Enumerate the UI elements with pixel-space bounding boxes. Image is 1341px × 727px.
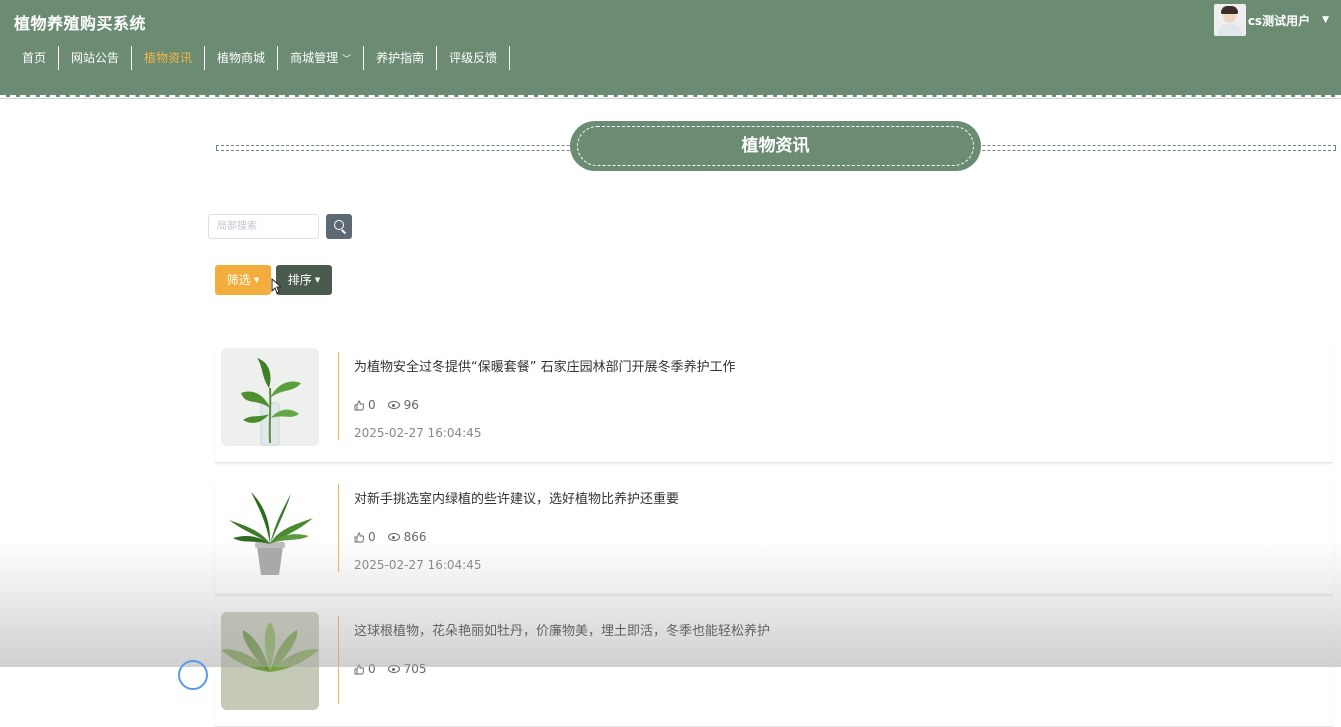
list-item[interactable]: 为植物安全过冬提供“保暖套餐” 石家庄园林部门开展冬季养护工作 0 96 202… [215, 348, 1333, 463]
thumbs-up-icon [354, 532, 364, 542]
main-nav: 首页 网站公告 植物资讯 植物商城 商城管理 ﹀ 养护指南 评级反馈 [10, 46, 511, 70]
item-divider [338, 352, 339, 440]
plant-image-icon [221, 348, 319, 446]
plant-image-icon [221, 480, 319, 578]
nav-item-care-guide[interactable]: 养护指南 [364, 46, 438, 70]
thumbs-up-icon [354, 400, 364, 410]
user-menu[interactable]: cs测试用户 ▼ [1213, 4, 1329, 36]
search-input[interactable] [208, 214, 319, 239]
eye-icon [387, 665, 400, 673]
nav-item-home[interactable]: 首页 [10, 46, 60, 70]
filter-button-label: 筛选 [226, 273, 251, 287]
nav-item-plant-news[interactable]: 植物资讯 [132, 46, 206, 70]
chevron-down-icon: ﹀ [342, 55, 352, 65]
top-header: 植物养殖购买系统 cs测试用户 ▼ 首页 网站公告 植物资讯 植物商城 商城管理… [0, 0, 1341, 99]
news-date: 2025-02-27 16:04:45 [354, 558, 482, 572]
caret-down-icon: ▼ [1322, 15, 1329, 25]
view-stat: 705 [387, 662, 427, 676]
nav-item-plant-mall[interactable]: 植物商城 [205, 46, 279, 70]
nav-item-label: 商城管理 [290, 51, 339, 65]
news-title[interactable]: 这球根植物，花朵艳丽如牡丹，价廉物美，埋土即活，冬季也能轻松养护 [354, 620, 770, 639]
eye-icon [387, 401, 400, 409]
floating-circle-icon[interactable] [178, 660, 208, 690]
news-thumbnail [221, 612, 319, 710]
news-stats: 0 705 [354, 662, 439, 676]
thumbs-up-icon [354, 664, 364, 674]
news-title[interactable]: 为植物安全过冬提供“保暖套餐” 石家庄园林部门开展冬季养护工作 [354, 356, 736, 375]
mouse-cursor-icon [271, 278, 281, 294]
news-stats: 0 866 [354, 530, 439, 544]
news-date: 2025-02-27 16:04:45 [354, 426, 482, 440]
user-name: cs测试用户 [1247, 13, 1311, 28]
news-thumbnail [221, 348, 319, 446]
view-count: 866 [403, 530, 427, 544]
view-count: 705 [403, 662, 427, 676]
view-stat: 866 [387, 530, 427, 544]
caret-down-icon: ▼ [253, 276, 260, 284]
caret-down-icon: ▼ [314, 276, 321, 284]
sort-button-label: 排序 [287, 273, 312, 287]
plant-image-icon [221, 612, 319, 710]
like-stat[interactable]: 0 [354, 398, 376, 412]
like-stat[interactable]: 0 [354, 662, 376, 676]
nav-item-feedback[interactable]: 评级反馈 [437, 46, 511, 70]
news-title[interactable]: 对新手挑选室内绿植的些许建议，选好植物比养护还重要 [354, 488, 679, 507]
like-stat[interactable]: 0 [354, 530, 376, 544]
filter-button[interactable]: 筛选 ▼ [215, 265, 271, 295]
section-title: 植物资讯 [741, 136, 810, 156]
app-title: 植物养殖购买系统 [14, 14, 147, 33]
search-button[interactable] [326, 214, 352, 239]
list-item[interactable]: 对新手挑选室内绿植的些许建议，选好植物比养护还重要 0 866 2025-02-… [215, 480, 1333, 595]
nav-item-announcements[interactable]: 网站公告 [59, 46, 133, 70]
like-count: 0 [368, 662, 376, 676]
eye-icon [387, 533, 400, 541]
news-stats: 0 96 [354, 398, 431, 412]
view-count: 96 [403, 398, 419, 412]
section-title-pill: 植物资讯 [570, 121, 981, 171]
item-divider [338, 484, 339, 572]
avatar [1213, 4, 1246, 36]
list-item[interactable]: 这球根植物，花朵艳丽如牡丹，价廉物美，埋土即活，冬季也能轻松养护 0 705 [215, 612, 1333, 727]
news-thumbnail [221, 480, 319, 578]
item-divider [338, 616, 339, 704]
sort-button[interactable]: 排序 ▼ [276, 265, 332, 295]
like-count: 0 [368, 398, 376, 412]
view-stat: 96 [387, 398, 419, 412]
like-count: 0 [368, 530, 376, 544]
nav-item-mall-management[interactable]: 商城管理 ﹀ [278, 46, 365, 70]
search-icon-handle [341, 229, 347, 234]
